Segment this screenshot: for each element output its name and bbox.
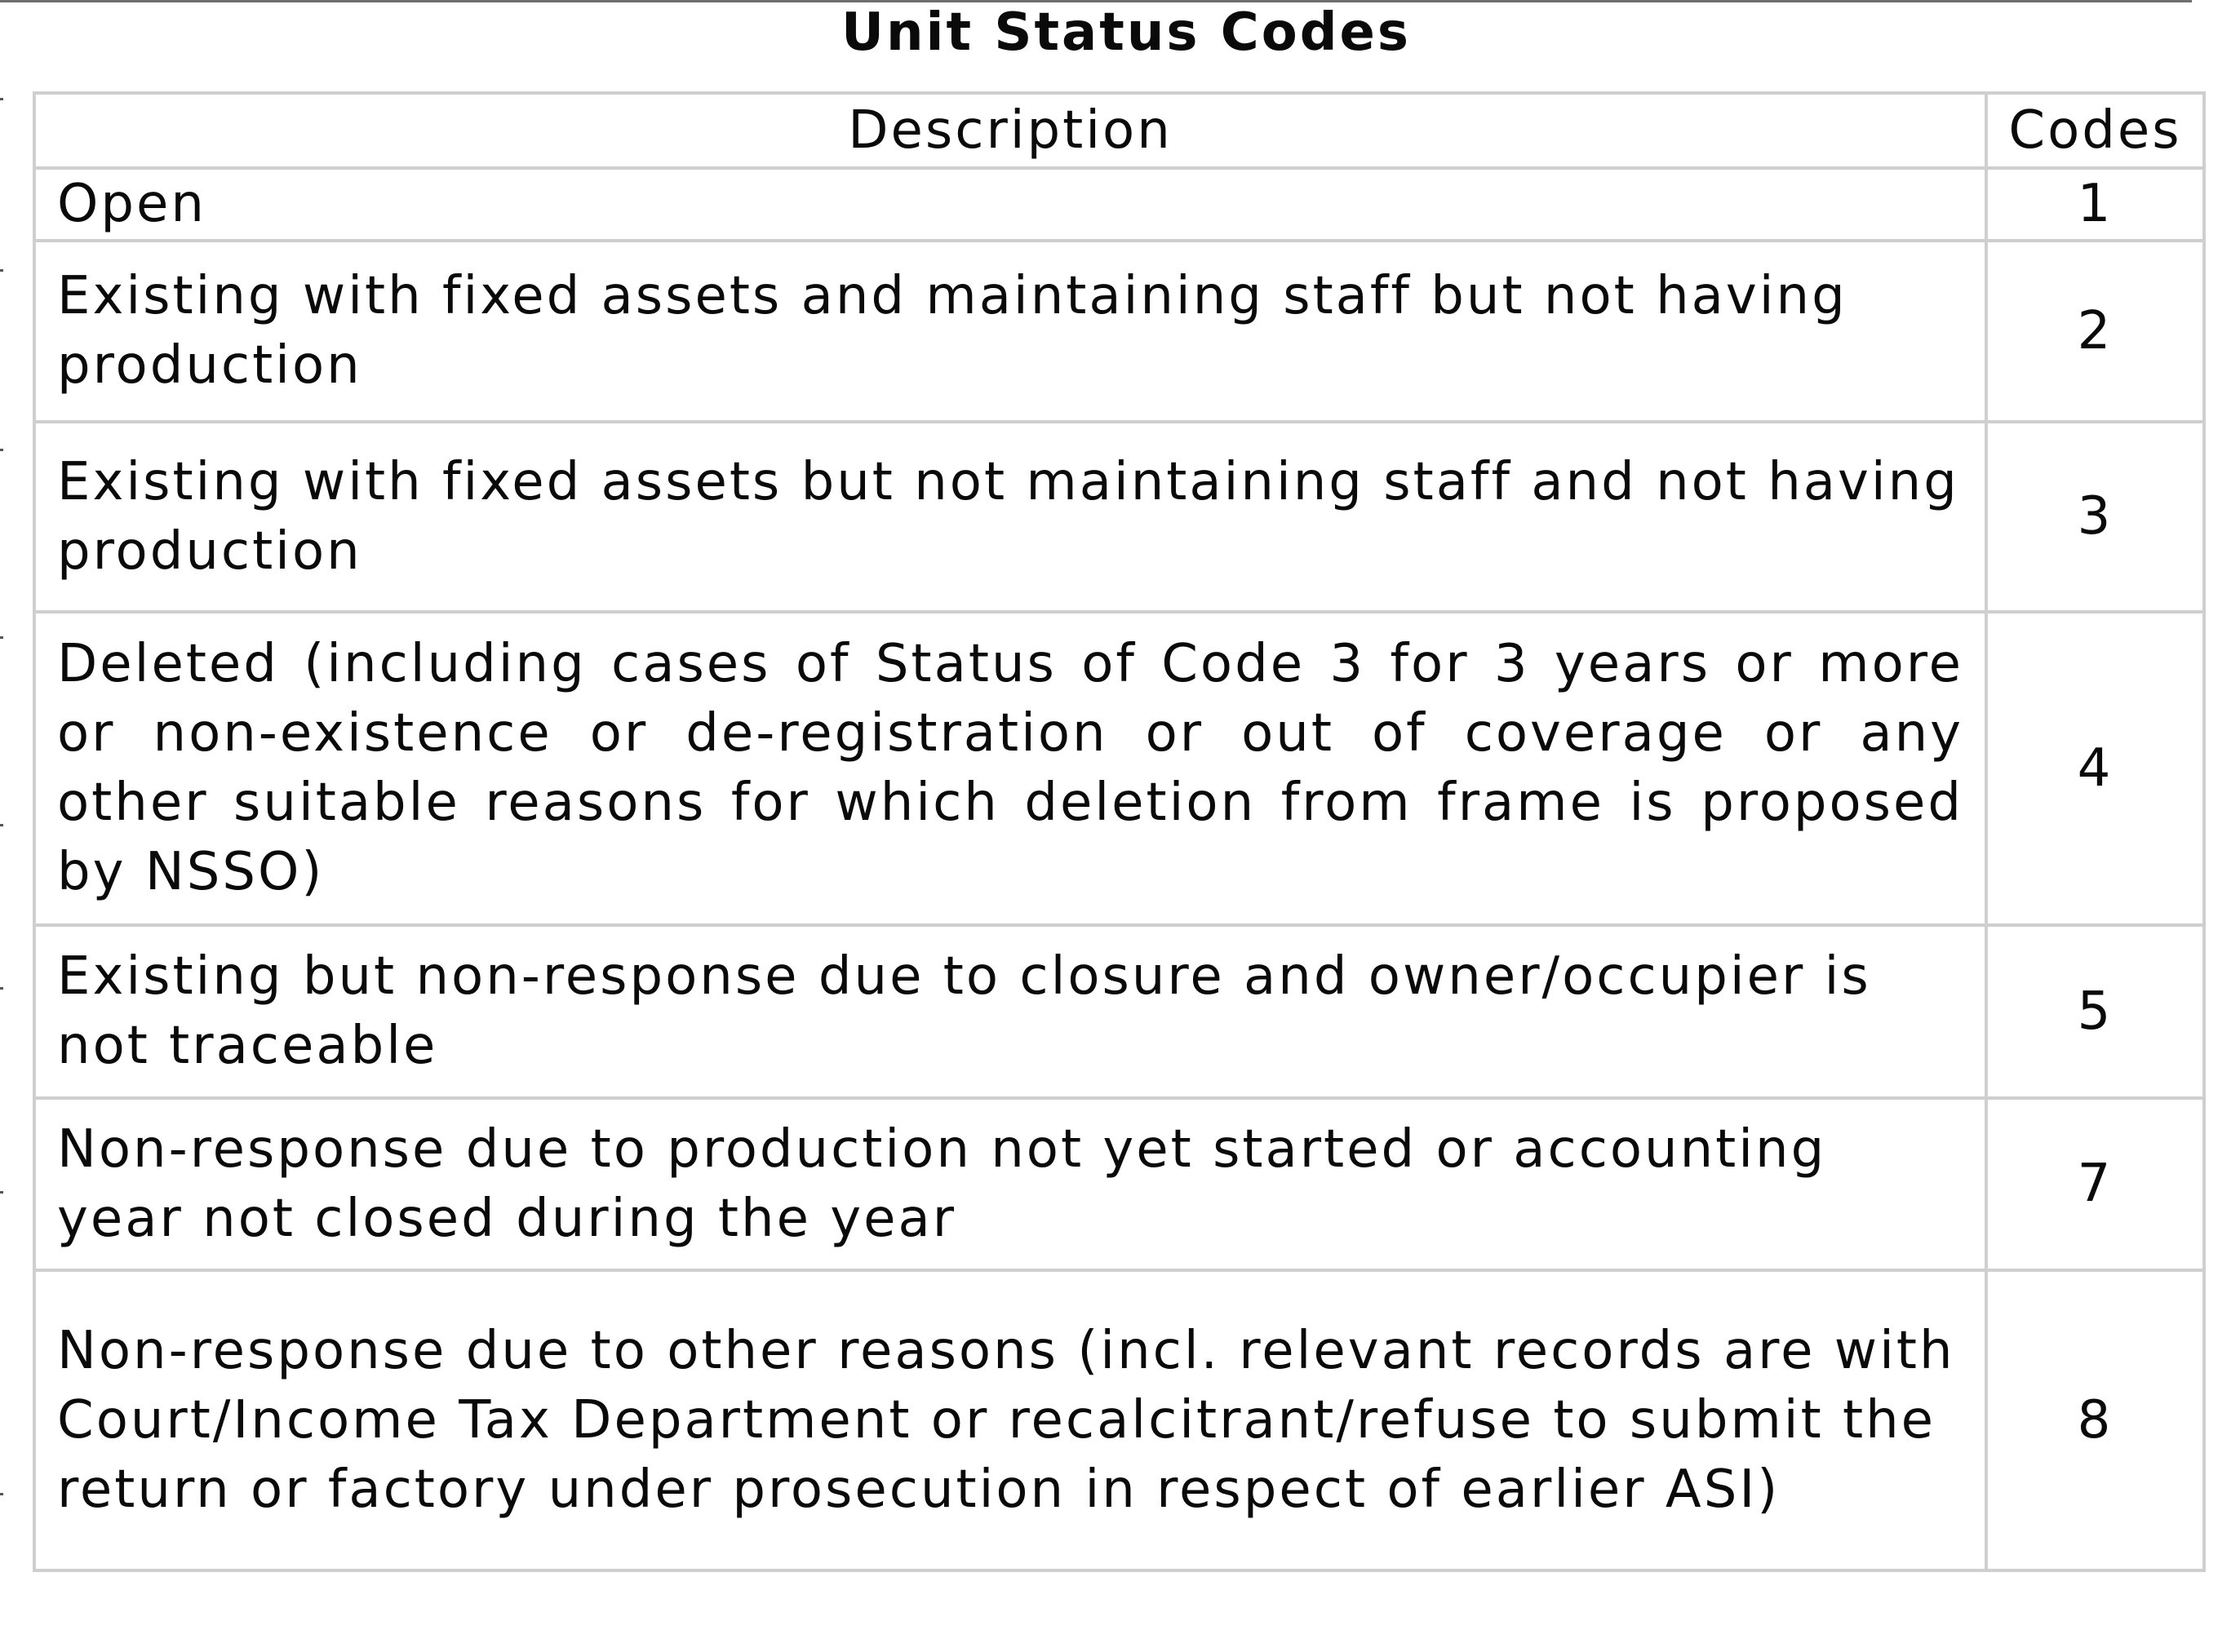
row-code: 1 — [1985, 166, 2206, 242]
row-code: 2 — [1985, 239, 2206, 423]
table-row: Existing with fixed assets but not maint… — [33, 420, 2206, 613]
edge-mark — [0, 1493, 3, 1495]
edge-mark — [0, 824, 3, 826]
edge-mark — [0, 449, 3, 451]
codes-column-header: Codes — [1985, 91, 2206, 170]
row-description: Existing with fixed assets and maintaini… — [33, 239, 1988, 423]
row-description: Existing with fixed assets but not maint… — [33, 420, 1988, 613]
table-row: Open 1 — [33, 166, 2206, 242]
edge-mark — [0, 269, 3, 272]
row-description: Non-response due to other reasons (incl.… — [33, 1269, 1988, 1572]
row-code: 4 — [1985, 610, 2206, 927]
table-row: Deleted (including cases of Status of Co… — [33, 610, 2206, 927]
table-row: Non-response due to other reasons (incl.… — [33, 1269, 2206, 1572]
row-code: 7 — [1985, 1096, 2206, 1272]
unit-status-codes-table: Description Codes Open 1 Existing with f… — [33, 91, 2206, 1572]
description-column-header: Description — [33, 91, 1988, 170]
edge-mark — [0, 98, 3, 100]
row-description: Deleted (including cases of Status of Co… — [33, 610, 1988, 927]
table-row: Existing with fixed assets and maintaini… — [33, 239, 2206, 423]
row-code: 5 — [1985, 923, 2206, 1100]
edge-mark — [0, 987, 3, 990]
row-description: Non-response due to production not yet s… — [33, 1096, 1988, 1272]
row-code: 3 — [1985, 420, 2206, 613]
table-row: Existing but non-response due to closure… — [33, 923, 2206, 1100]
row-code: 8 — [1985, 1269, 2206, 1572]
row-description: Open — [33, 166, 1988, 242]
row-description: Existing but non-response due to closure… — [33, 923, 1988, 1100]
edge-mark — [0, 1191, 3, 1194]
page-title: Unit Status Codes — [841, 2, 1411, 63]
table-row: Non-response due to production not yet s… — [33, 1096, 2206, 1272]
table-header-row: Description Codes — [33, 91, 2206, 170]
edge-mark — [0, 636, 3, 639]
